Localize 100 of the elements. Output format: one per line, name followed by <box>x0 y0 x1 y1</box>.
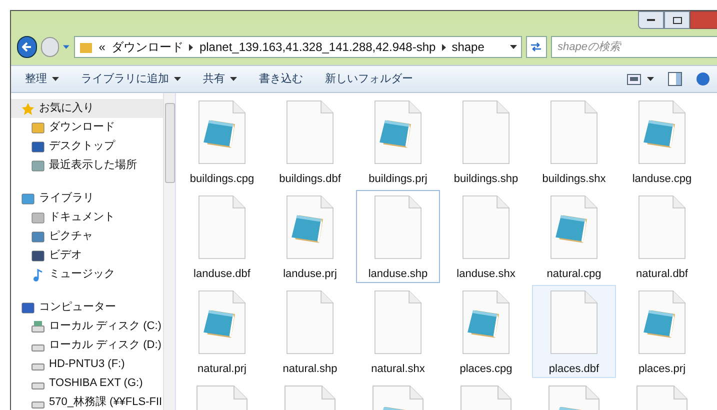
file-name: landuse.shp <box>368 266 428 282</box>
toolbar-button[interactable]: ライブラリに追加 <box>81 70 181 88</box>
file-item[interactable]: buildings.shx <box>532 95 616 188</box>
blank-file-icon <box>372 290 424 354</box>
music-note-icon <box>31 268 45 282</box>
notepad-file-icon <box>284 195 336 260</box>
minimize-button[interactable] <box>638 11 664 29</box>
file-item[interactable]: buildings.dbf <box>268 95 352 188</box>
nav-item[interactable]: 570_林務課 (¥¥FLS-FII <box>19 393 163 410</box>
chevron-right-icon[interactable] <box>189 44 194 50</box>
blank-file-icon <box>284 290 336 354</box>
file-item[interactable]: natural.dbf <box>620 190 704 283</box>
caret-icon[interactable] <box>63 45 70 49</box>
notepad-file-icon <box>548 195 600 260</box>
caret-icon <box>52 77 59 81</box>
file-item[interactable]: buildings.prj <box>356 95 440 188</box>
blank-file-icon <box>548 290 600 354</box>
maximize-button[interactable] <box>664 11 690 29</box>
nav-item[interactable]: ダウンロード <box>19 118 163 137</box>
notepad-file-icon <box>636 100 688 164</box>
file-name: natural.prj <box>198 362 246 376</box>
preview-pane-icon[interactable] <box>668 72 682 86</box>
file-item[interactable]: places.dbf <box>532 285 616 378</box>
nav-item[interactable]: ローカル ディスク (D:) <box>19 336 163 355</box>
file-name: landuse.dbf <box>194 266 250 282</box>
nav-item[interactable]: デスクトップ <box>19 137 163 156</box>
breadcrumb-item[interactable]: shape <box>452 38 484 56</box>
nav-group-item[interactable]: ライブラリ <box>11 189 163 208</box>
file-item[interactable]: buildings.shp <box>444 95 528 188</box>
file-name: buildings.prj <box>368 172 428 186</box>
breadcrumb-item[interactable]: planet_139.163,41.328_141.288,42.948-shp <box>199 38 436 56</box>
file-item[interactable]: natural.shx <box>356 285 440 378</box>
overflow-chevron[interactable]: « <box>98 38 106 56</box>
address-bar[interactable]: « ダウンロード planet_139.163,41.328_141.288,42.948-shp shape <box>74 36 522 58</box>
nav-item[interactable]: ピクチャ <box>19 227 163 246</box>
file-name: landuse.cpg <box>632 172 692 186</box>
notepad-file-icon <box>460 290 512 354</box>
view-icon[interactable] <box>627 74 641 84</box>
file-name: natural.cpg <box>546 266 602 282</box>
file-name: natural.dbf <box>636 266 688 282</box>
refresh-icon <box>530 42 542 52</box>
file-name: natural.shp <box>282 362 338 376</box>
drive-icon <box>31 320 45 334</box>
file-name: natural.shx <box>371 362 425 376</box>
search-field[interactable]: shapeの検索 <box>550 36 717 58</box>
file-name: buildings.shx <box>542 172 606 186</box>
nav-group-item[interactable]: コンピューター <box>11 298 163 317</box>
file-name: places.cpg <box>460 362 512 376</box>
nav-item[interactable]: HD-PNTU3 (F:) <box>19 355 163 374</box>
file-name: landuse.prj <box>283 266 337 282</box>
notepad-file-icon <box>636 290 688 354</box>
blank-file-icon <box>548 100 600 164</box>
breadcrumb-item[interactable]: ダウンロード <box>111 38 184 56</box>
file-item[interactable]: landuse.shp <box>356 190 440 283</box>
toolbar-button[interactable]: 整理 <box>25 70 59 88</box>
scrollbar[interactable] <box>163 93 175 410</box>
file-item[interactable]: natural.cpg <box>532 190 616 283</box>
blank-file-icon <box>636 195 688 260</box>
toolbar-button[interactable]: 新しいフォルダー <box>325 70 413 88</box>
file-name: places.prj <box>638 362 686 376</box>
star-icon <box>21 102 35 116</box>
file-item[interactable]: natural.prj <box>180 285 264 378</box>
file-item[interactable]: landuse.dbf <box>180 190 264 283</box>
file-name: buildings.shp <box>454 172 518 186</box>
nav-item[interactable]: 最近表示した場所 <box>19 156 163 175</box>
file-item[interactable]: buildings.cpg <box>180 95 264 188</box>
notepad-file-icon <box>372 100 424 164</box>
arrow-left-icon <box>22 42 32 52</box>
file-item[interactable]: landuse.shx <box>444 190 528 283</box>
notepad-file-icon <box>196 290 248 354</box>
toolbar-button[interactable]: 共有 <box>203 70 237 88</box>
nav-item[interactable]: ローカル ディスク (C:) <box>19 317 163 336</box>
blank-file-icon <box>284 100 336 164</box>
chevron-right-icon[interactable] <box>442 44 446 50</box>
file-item[interactable]: landuse.cpg <box>620 95 704 188</box>
file-item[interactable]: natural.shp <box>268 285 352 378</box>
file-name: places.dbf <box>548 362 600 376</box>
file-item[interactable]: landuse.prj <box>268 190 352 283</box>
blank-file-icon <box>196 195 248 260</box>
caret-icon <box>510 45 518 49</box>
nav-item[interactable]: ドキュメント <box>19 208 163 227</box>
file-item[interactable]: places.cpg <box>444 285 528 378</box>
notepad-file-icon <box>196 100 248 164</box>
file-name: buildings.cpg <box>190 172 254 186</box>
blank-file-icon <box>460 100 512 164</box>
nav-item[interactable]: ミュージック <box>19 265 163 284</box>
caret-icon <box>647 77 654 81</box>
back-button[interactable] <box>17 36 38 58</box>
file-item[interactable]: places.prj <box>620 285 704 378</box>
file-name: landuse.shx <box>456 266 516 282</box>
nav-group-item[interactable]: お気に入り <box>11 99 163 118</box>
caret-icon <box>230 77 237 81</box>
blank-file-icon <box>372 195 424 260</box>
nav-item[interactable]: ビデオ <box>19 246 163 265</box>
caret-icon <box>174 77 181 81</box>
file-name: buildings.dbf <box>279 172 341 186</box>
blank-file-icon <box>460 195 512 260</box>
nav-item[interactable]: TOSHIBA EXT (G:) <box>19 374 163 393</box>
refresh-button[interactable] <box>526 36 547 58</box>
toolbar-button[interactable]: 書き込む <box>259 70 303 88</box>
